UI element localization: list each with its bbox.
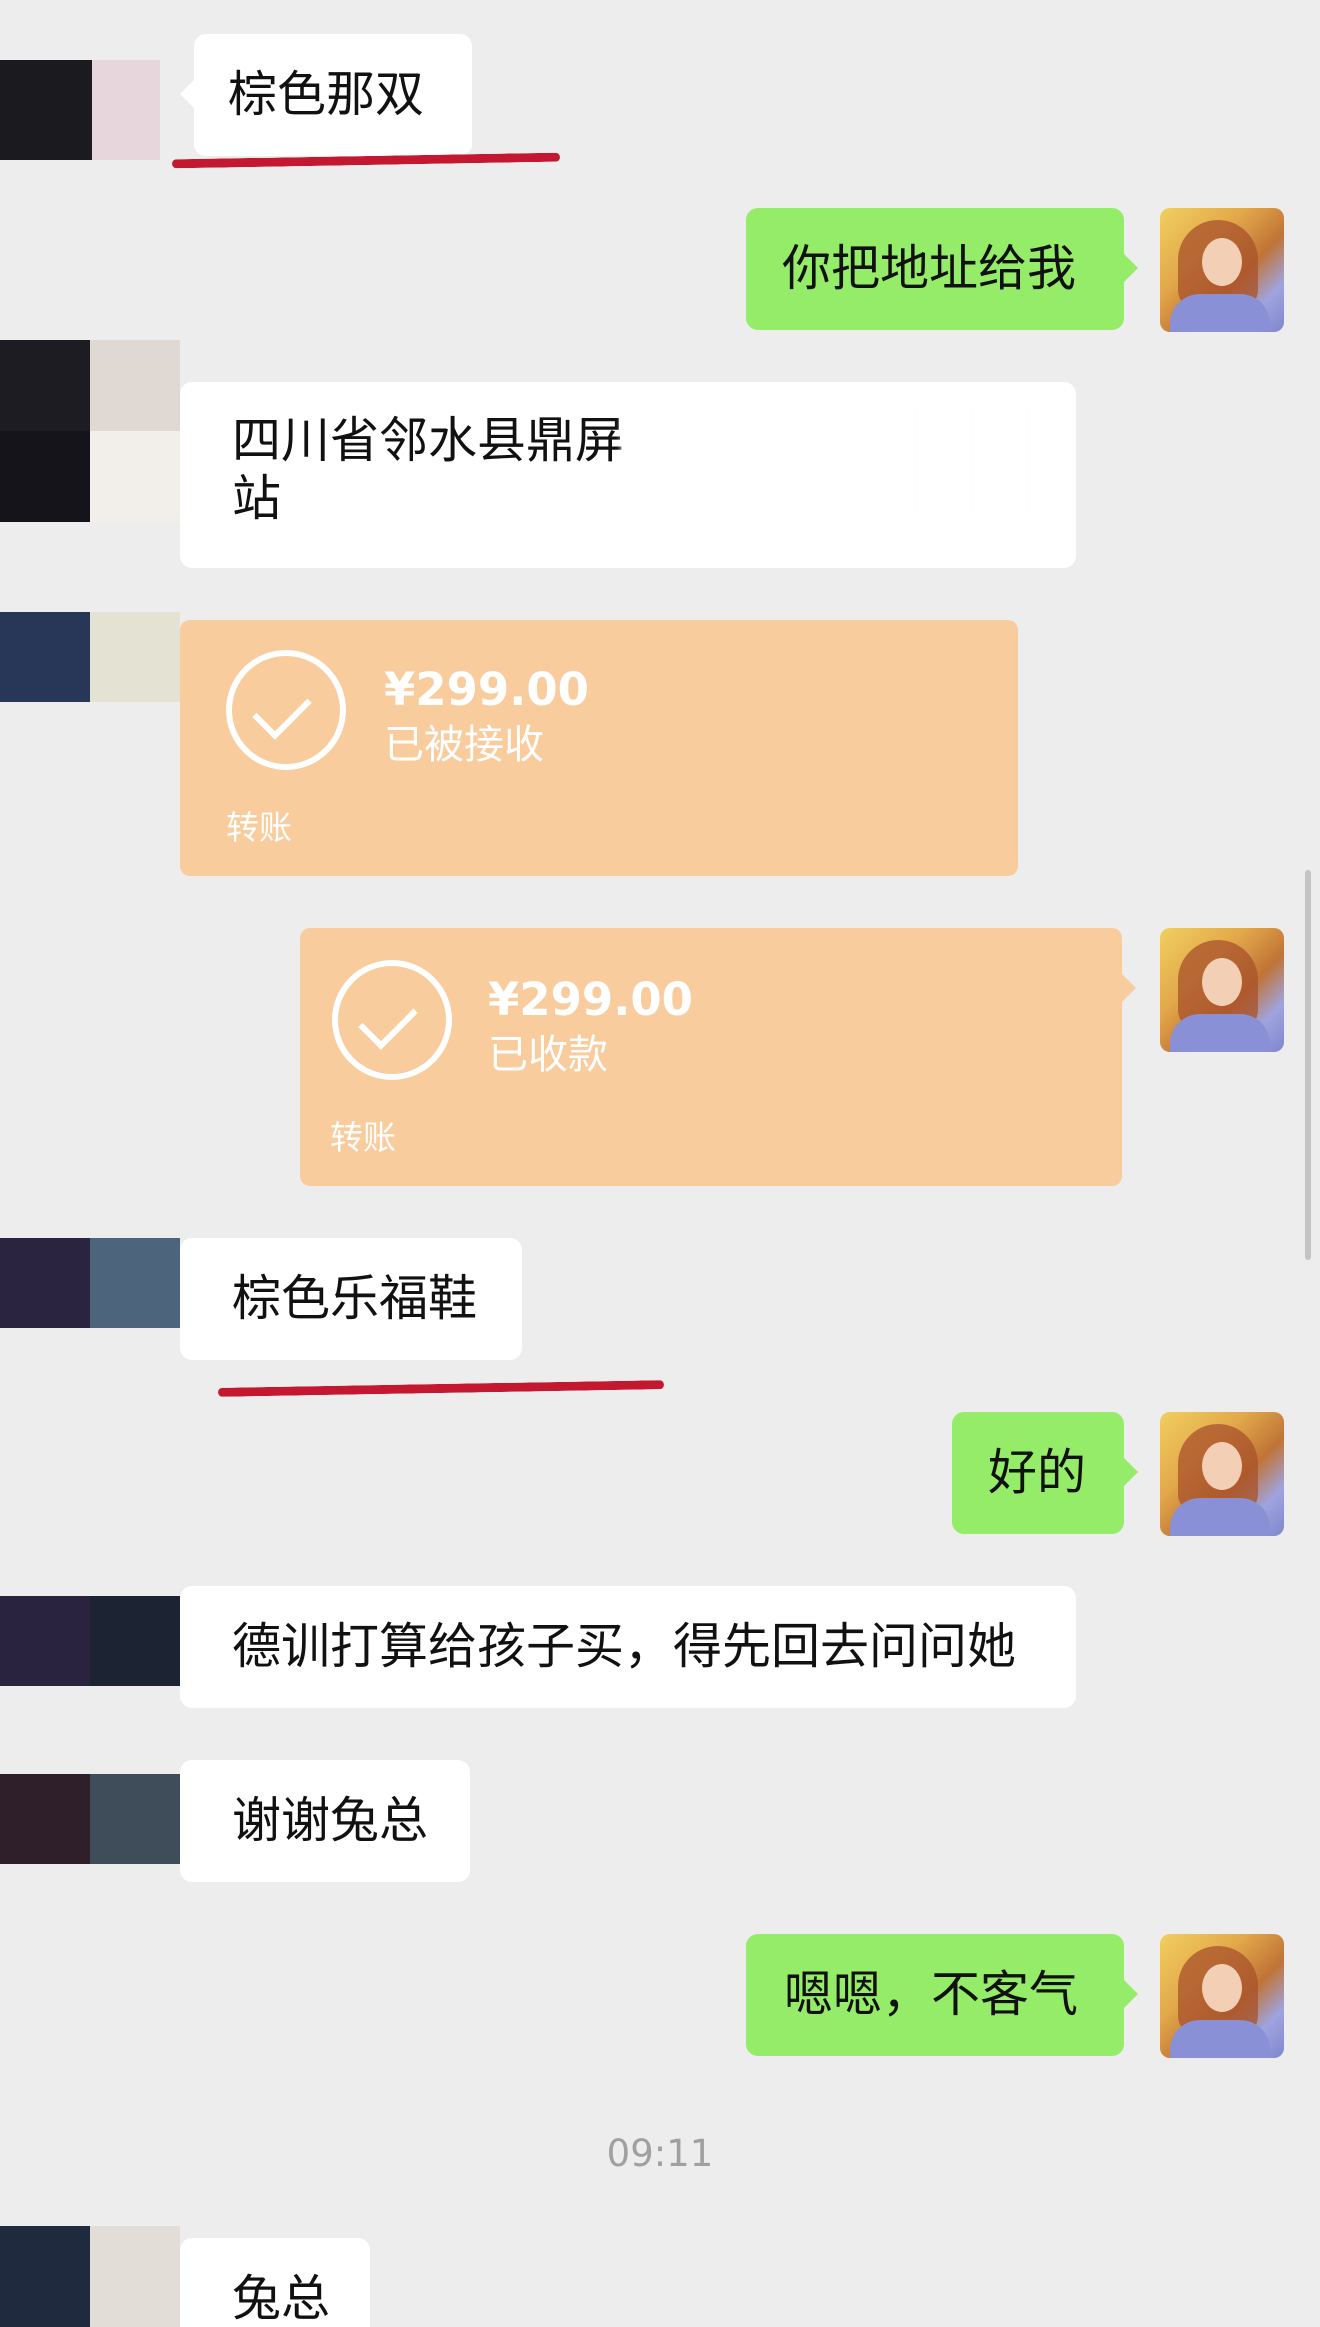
transfer-status: 已被接收 [384,722,544,768]
red-underline [217,1380,665,1397]
timestamp: 09:11 [606,2132,714,2175]
blurred-region [290,474,890,544]
message-bubble[interactable]: 好的 [952,1412,1124,1534]
message-text: 兔总 [232,2270,331,2327]
transfer-card[interactable]: ¥299.00 已收款 转账 [300,928,1122,1186]
self-avatar[interactable] [1160,1934,1284,2058]
self-avatar[interactable] [1160,1412,1284,1536]
contact-avatar[interactable] [0,340,180,522]
message-bubble[interactable]: 嗯嗯，不客气 [746,1934,1124,2056]
message-bubble[interactable]: 谢谢兔总 [180,1760,470,1882]
contact-avatar[interactable] [0,1774,180,1864]
message-text: 好的 [988,1444,1087,1501]
message-text: 德训打算给孩子买，得先回去问问她 [232,1618,1017,1675]
message-text: 棕色那双 [228,66,425,123]
message-bubble[interactable]: 棕色那双 [194,34,472,156]
bubble-tail [1124,1458,1138,1486]
bubble-tail [1124,1980,1138,2008]
check-circle-icon [226,650,346,770]
message-bubble[interactable]: 兔总 [180,2238,370,2327]
contact-avatar[interactable] [0,1238,180,1328]
bubble-tail [1122,974,1136,1002]
transfer-card[interactable]: ¥299.00 已被接收 转账 [180,620,1018,876]
self-avatar[interactable] [1160,928,1284,1052]
contact-avatar[interactable] [0,1596,180,1686]
contact-avatar[interactable] [0,612,180,702]
transfer-status: 已收款 [488,1032,608,1078]
transfer-label: 转账 [330,1118,396,1157]
message-bubble[interactable]: 你把地址给我 [746,208,1124,330]
transfer-amount: ¥299.00 [488,973,693,1026]
transfer-amount: ¥299.00 [384,663,589,716]
transfer-label: 转账 [226,808,292,847]
message-bubble[interactable]: 德训打算给孩子买，得先回去问问她 [180,1586,1076,1708]
contact-avatar[interactable] [0,2226,180,2327]
scrollbar[interactable] [1305,870,1311,1260]
message-bubble[interactable]: 四川省邻水县鼎屏 站 [180,382,1076,568]
bubble-tail [1124,254,1138,282]
check-circle-icon [332,960,452,1080]
message-text: 谢谢兔总 [232,1792,429,1849]
self-avatar[interactable] [1160,208,1284,332]
message-text: 你把地址给我 [782,240,1077,297]
bubble-tail [180,80,194,108]
message-text: 棕色乐福鞋 [232,1270,478,1327]
message-bubble[interactable]: 棕色乐福鞋 [180,1238,522,1360]
message-text: 嗯嗯，不客气 [784,1966,1079,2023]
contact-avatar[interactable] [0,60,160,160]
